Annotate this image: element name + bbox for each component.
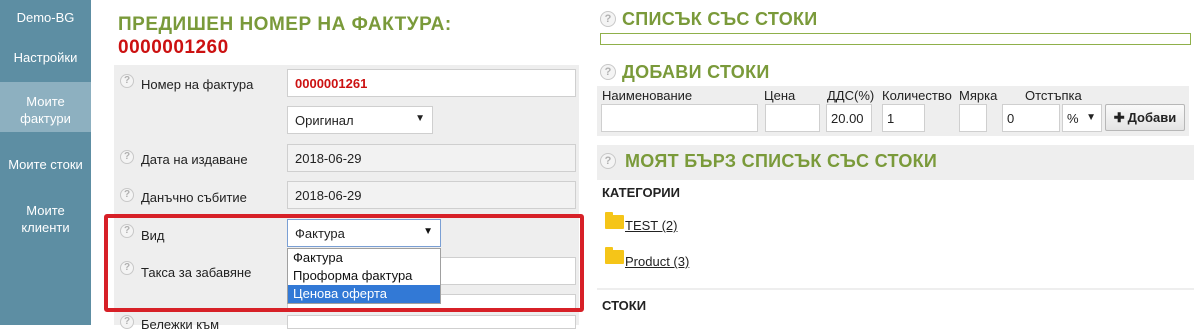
plus-icon: ✚ [1113, 110, 1125, 125]
product-qty-input[interactable]: 1 [882, 104, 925, 132]
add-product-button[interactable]: ✚ Добави [1105, 104, 1185, 131]
help-icon[interactable]: ? [600, 64, 616, 80]
categories-label: КАТЕГОРИИ [602, 185, 680, 200]
highlight-box [104, 214, 584, 312]
quick-list-title: МОЯТ БЪРЗ СПИСЪК СЪС СТОКИ [625, 151, 938, 171]
stock-divider [597, 288, 1194, 290]
row-notes: ? Бележки към [114, 311, 579, 332]
copy-type-select[interactable]: Оригинал ▼ [287, 106, 433, 134]
product-name-input[interactable] [601, 104, 758, 132]
add-product-form: Наименование Цена ДДС(%) Количество Мярк… [597, 86, 1189, 136]
help-icon[interactable]: ? [120, 188, 134, 202]
col-qty-label: Количество [882, 88, 952, 103]
help-icon[interactable]: ? [120, 150, 134, 164]
product-unit-input[interactable] [959, 104, 987, 132]
previous-invoice-title: ПРЕДИШЕН НОМЕР НА ФАКТУРА: [118, 14, 452, 35]
row-issue-date: ? Дата на издаване 2018-06-29 [114, 139, 579, 177]
add-products-title: ДОБАВИ СТОКИ [622, 62, 770, 82]
discount-unit-select[interactable]: % ▼ [1062, 104, 1102, 132]
col-discount-label: Отстъпка [1025, 88, 1082, 103]
add-product-label: Добави [1127, 110, 1177, 125]
product-discount-input[interactable]: 0 [1002, 104, 1060, 132]
col-price-label: Цена [764, 88, 796, 103]
quick-list-header: ? МОЯТ БЪРЗ СПИСЪК СЪС СТОКИ [597, 145, 1194, 180]
tax-event-input[interactable]: 2018-06-29 [287, 181, 576, 209]
help-icon[interactable]: ? [600, 11, 616, 27]
copy-type-value: Оригинал [295, 113, 354, 128]
stock-list-title: СПИСЪК СЪС СТОКИ [622, 9, 818, 29]
issue-date-label: Дата на издаване [141, 152, 248, 167]
sidebar-item-invoices[interactable]: Моите фактури [0, 82, 91, 132]
invoice-number-label: Номер на фактура [141, 77, 254, 92]
sidebar-item-products[interactable]: Моите стоки [0, 156, 91, 173]
issue-date-input[interactable]: 2018-06-29 [287, 144, 576, 172]
stock-label: СТОКИ [602, 298, 647, 313]
folder-icon [605, 247, 624, 264]
help-icon[interactable]: ? [120, 315, 134, 329]
sidebar-item-company[interactable]: Demo-BG [0, 9, 91, 26]
col-unit-label: Мярка [959, 88, 998, 103]
sidebar: Demo-BG Настройки Моите фактури Моите ст… [0, 0, 91, 325]
folder-icon [605, 212, 624, 229]
row-invoice-number: ? Номер на фактура 0000001261 [114, 65, 579, 101]
col-name-label: Наименование [602, 88, 693, 103]
notes-input[interactable] [287, 315, 576, 329]
previous-invoice-number: 0000001260 [118, 37, 229, 58]
row-tax-event: ? Данъчно събитие 2018-06-29 [114, 177, 579, 215]
category-link-test[interactable]: TEST (2) [625, 218, 678, 233]
help-icon[interactable]: ? [600, 153, 616, 169]
help-icon[interactable]: ? [120, 74, 134, 88]
category-link-product[interactable]: Product (3) [625, 254, 689, 269]
chevron-down-icon: ▼ [415, 113, 425, 124]
products-panel: ? СПИСЪК СЪС СТОКИ ? ДОБАВИ СТОКИ Наимен… [597, 0, 1194, 325]
chevron-down-icon: ▼ [1086, 112, 1096, 123]
tax-event-label: Данъчно събитие [141, 190, 247, 205]
discount-unit-value: % [1067, 111, 1079, 126]
stock-list-container [600, 33, 1191, 45]
sidebar-item-clients[interactable]: Моите клиенти [0, 202, 91, 236]
col-vat-label: ДДС(%) [827, 88, 875, 103]
row-copy-type: Оригинал ▼ [114, 101, 579, 139]
product-vat-input[interactable]: 20.00 [826, 104, 872, 132]
sidebar-item-settings[interactable]: Настройки [0, 49, 91, 66]
product-price-input[interactable] [765, 104, 820, 132]
invoice-number-input[interactable]: 0000001261 [287, 69, 576, 97]
